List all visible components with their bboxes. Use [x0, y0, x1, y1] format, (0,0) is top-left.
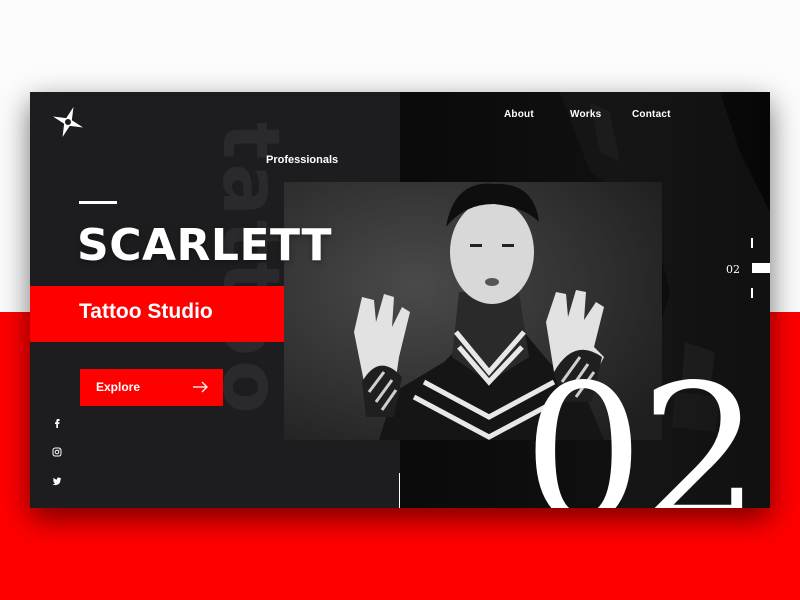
page-subtitle: Tattoo Studio [79, 300, 213, 323]
explore-button-label: Explore [96, 380, 141, 394]
facebook-icon[interactable] [52, 418, 62, 428]
nav-item-contact[interactable]: Contact [632, 109, 671, 120]
twitter-icon[interactable] [52, 476, 62, 486]
arrow-right-icon [193, 381, 208, 393]
large-slide-number: 02. [523, 344, 770, 509]
slide-indicator-active[interactable] [752, 263, 770, 273]
explore-button[interactable]: Explore [80, 369, 223, 406]
landing-card: tattoo About Works Contact Professionals [30, 92, 770, 508]
eyebrow-text: Professionals [266, 154, 339, 166]
instagram-icon[interactable] [52, 447, 62, 457]
nav-item-about[interactable]: About [504, 109, 534, 120]
slide-indicator-next[interactable] [751, 288, 753, 298]
nav-item-works[interactable]: Works [570, 109, 601, 120]
compass-star-icon[interactable] [51, 105, 85, 139]
page-title: SCARLETT [77, 220, 333, 271]
title-dash [79, 201, 117, 204]
slide-indicator-prev[interactable] [751, 238, 753, 248]
bottom-divider [399, 473, 400, 508]
slide-counter: 02 [726, 263, 740, 276]
